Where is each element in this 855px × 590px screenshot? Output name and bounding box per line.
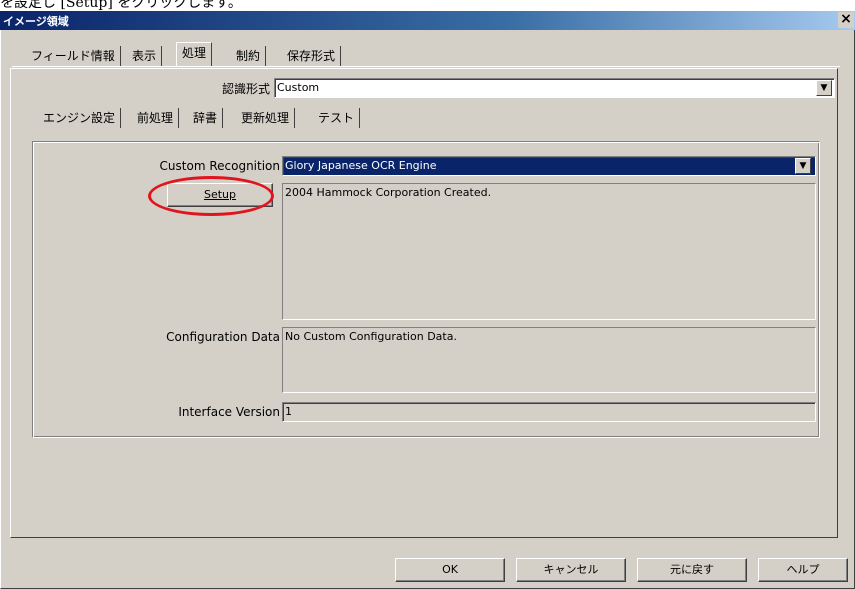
chevron-down-icon[interactable]: ▼ — [795, 158, 811, 174]
tab-processing[interactable]: 処理 — [176, 42, 213, 66]
tab-display[interactable]: 表示 — [127, 46, 163, 66]
tab-field-info[interactable]: フィールド情報 — [26, 46, 121, 66]
custom-recognition-value: Glory Japanese OCR Engine — [285, 159, 437, 172]
interface-version-value: 1 — [285, 405, 292, 418]
tab-save-format[interactable]: 保存形式 — [282, 46, 342, 66]
highlight-ellipse — [148, 176, 274, 216]
custom-recognition-select[interactable]: Glory Japanese OCR Engine — [282, 156, 816, 176]
interface-version-field: 1 — [282, 402, 816, 422]
ok-button[interactable]: OK — [395, 558, 505, 582]
tab-constraints[interactable]: 制約 — [231, 46, 267, 66]
configuration-data-label: Configuration Data — [166, 330, 280, 344]
revert-button[interactable]: 元に戻す — [637, 558, 747, 582]
configuration-data-box: No Custom Configuration Data. — [282, 327, 816, 393]
engine-description-text: 2004 Hammock Corporation Created. — [285, 186, 492, 199]
title-bar[interactable]: イメージ領域 × — [0, 11, 855, 30]
interface-version-label: Interface Version — [178, 405, 280, 419]
custom-recognition-label: Custom Recognition — [159, 159, 280, 173]
tab-strip-line — [12, 66, 840, 67]
help-button[interactable]: ヘルプ — [758, 558, 848, 582]
engine-description-box: 2004 Hammock Corporation Created. — [282, 183, 816, 320]
cancel-button[interactable]: キャンセル — [516, 558, 626, 582]
window-title: イメージ領域 — [3, 15, 69, 28]
top-caption: を設定し [Setup] をクリックします。 — [0, 0, 855, 11]
configuration-data-value: No Custom Configuration Data. — [285, 330, 457, 343]
close-icon[interactable]: × — [838, 12, 854, 28]
